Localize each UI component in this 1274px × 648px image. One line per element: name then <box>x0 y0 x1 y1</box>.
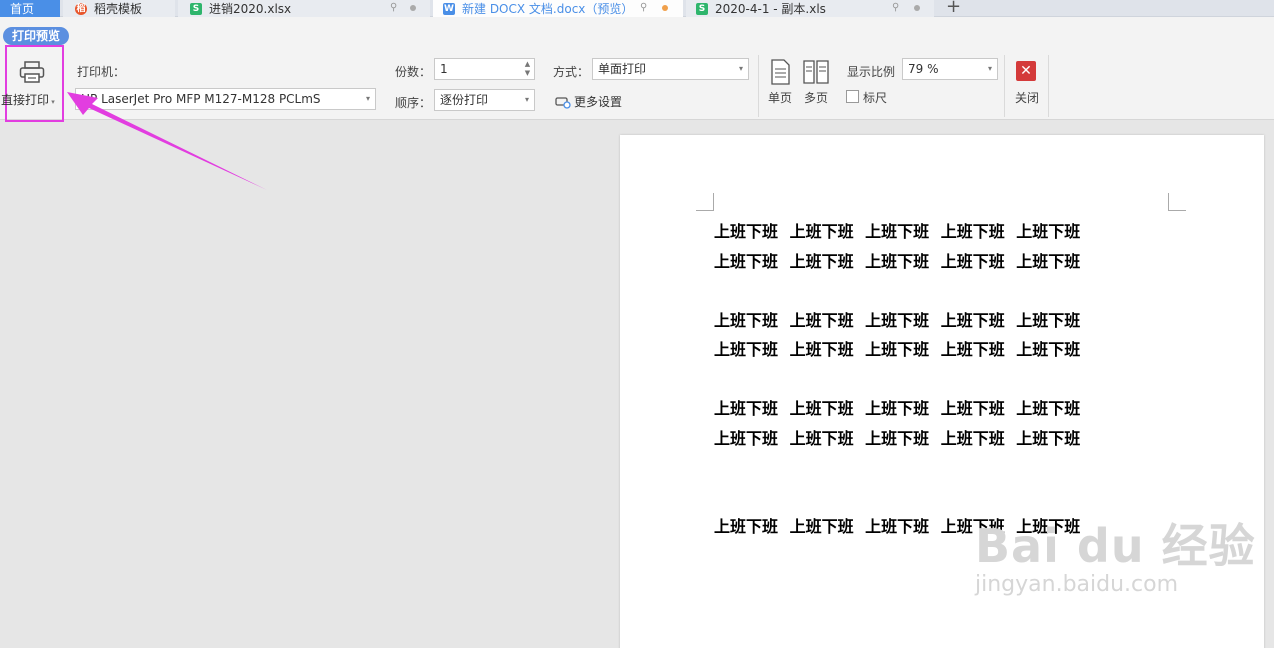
tab-status-dot <box>914 5 920 11</box>
single-page-label: 单页 <box>768 91 793 105</box>
document-line: 上班下班 上班下班 上班下班 上班下班 上班下班 <box>714 399 1081 418</box>
mode-label: 方式： <box>553 65 590 79</box>
pin-icon[interactable]: ⚲ <box>390 2 397 14</box>
close-label: 关闭 <box>1015 91 1040 105</box>
margin-corner-mark <box>696 193 714 211</box>
divider <box>1004 55 1005 117</box>
multi-page-button[interactable]: 多页 <box>801 57 833 107</box>
tab-xls-copy[interactable]: S 2020-4-1 - 副本.xls ⚲ <box>686 0 934 17</box>
ruler-checkbox[interactable] <box>846 90 859 103</box>
tab-status-dot <box>410 5 416 11</box>
document-line: 上班下班 上班下班 上班下班 上班下班 上班下班 <box>714 429 1081 448</box>
more-settings-button[interactable]: 更多设置 <box>555 93 622 110</box>
close-icon: ✕ <box>1016 61 1036 81</box>
watermark-brand: Bai du 经验 <box>975 519 1256 573</box>
zoom-select[interactable]: 79 % ▾ <box>902 58 998 80</box>
pin-icon[interactable]: ⚲ <box>640 2 647 14</box>
ruler-label: 标尺 <box>863 91 888 105</box>
tab-label: 新建 DOCX 文档.docx（预览） <box>462 1 634 16</box>
chevron-down-icon: ▾ <box>365 94 370 103</box>
divider <box>1048 55 1049 117</box>
document-line: 上班下班 上班下班 上班下班 上班下班 上班下班 <box>714 311 1081 330</box>
order-label: 顺序： <box>395 96 432 110</box>
tab-label: 2020-4-1 - 副本.xls <box>715 1 826 16</box>
document-line: 上班下班 上班下班 上班下班 上班下班 上班下班 <box>714 222 1081 241</box>
order-select[interactable]: 逐份打印 ▾ <box>434 89 535 111</box>
settings-icon <box>555 96 571 109</box>
multi-page-label: 多页 <box>804 91 829 105</box>
spreadsheet-icon: S <box>696 2 708 15</box>
copies-stepper[interactable]: 1 ▲ ▼ <box>434 58 535 80</box>
stepper-arrows-icon[interactable]: ▲ ▼ <box>523 60 532 78</box>
chevron-down-icon: ▾ <box>987 64 992 73</box>
multi-page-icon <box>803 60 829 84</box>
single-page-icon <box>771 59 790 85</box>
document-line: 上班下班 上班下班 上班下班 上班下班 上班下班 <box>714 252 1081 271</box>
margin-corner-mark <box>1168 193 1186 211</box>
mode-select[interactable]: 单面打印 ▾ <box>592 58 749 80</box>
close-preview-button[interactable]: ✕ 关闭 <box>1012 57 1044 107</box>
chevron-down-icon: ▾ <box>524 95 529 104</box>
document-icon: W <box>443 2 455 15</box>
tab-docx-preview[interactable]: W 新建 DOCX 文档.docx（预览） ⚲ <box>433 0 683 17</box>
more-settings-label: 更多设置 <box>574 95 623 109</box>
copies-label: 份数： <box>395 65 432 79</box>
unsaved-dot <box>662 5 668 11</box>
chevron-down-icon: ▾ <box>738 64 743 73</box>
new-tab-plus-icon[interactable]: + <box>946 0 961 17</box>
zoom-label: 显示比例 <box>847 65 896 79</box>
single-page-button[interactable]: 单页 <box>766 57 796 107</box>
baidu-watermark: Bai du 经验 jingyan.baidu.com <box>975 510 1256 597</box>
document-line: 上班下班 上班下班 上班下班 上班下班 上班下班 <box>714 340 1081 359</box>
annotation-arrow-icon <box>67 92 267 190</box>
divider <box>758 55 759 117</box>
pin-icon[interactable]: ⚲ <box>892 2 899 14</box>
